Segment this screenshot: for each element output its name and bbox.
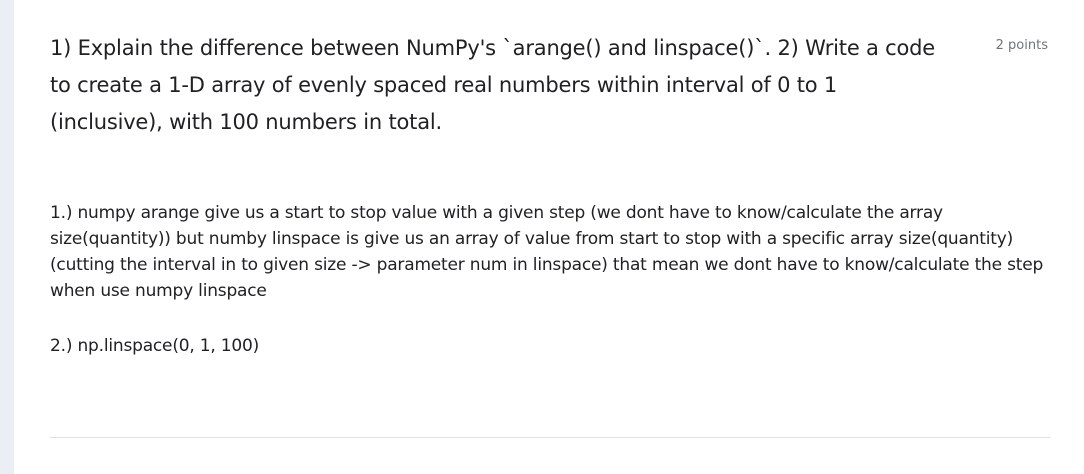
answer-text: 1.) numpy arange give us a start to stop… [50,200,1052,359]
answer-paragraph-1: 1.) numpy arange give us a start to stop… [50,203,1044,301]
points-label: 2 points [995,38,1048,53]
question-card: 1) Explain the difference between NumPy'… [14,0,1084,474]
answer-underline [50,437,1050,438]
question-title: 1) Explain the difference between NumPy'… [50,36,936,134]
answer-paragraph-2: 2.) np.linspace(0, 1, 100) [50,336,260,356]
